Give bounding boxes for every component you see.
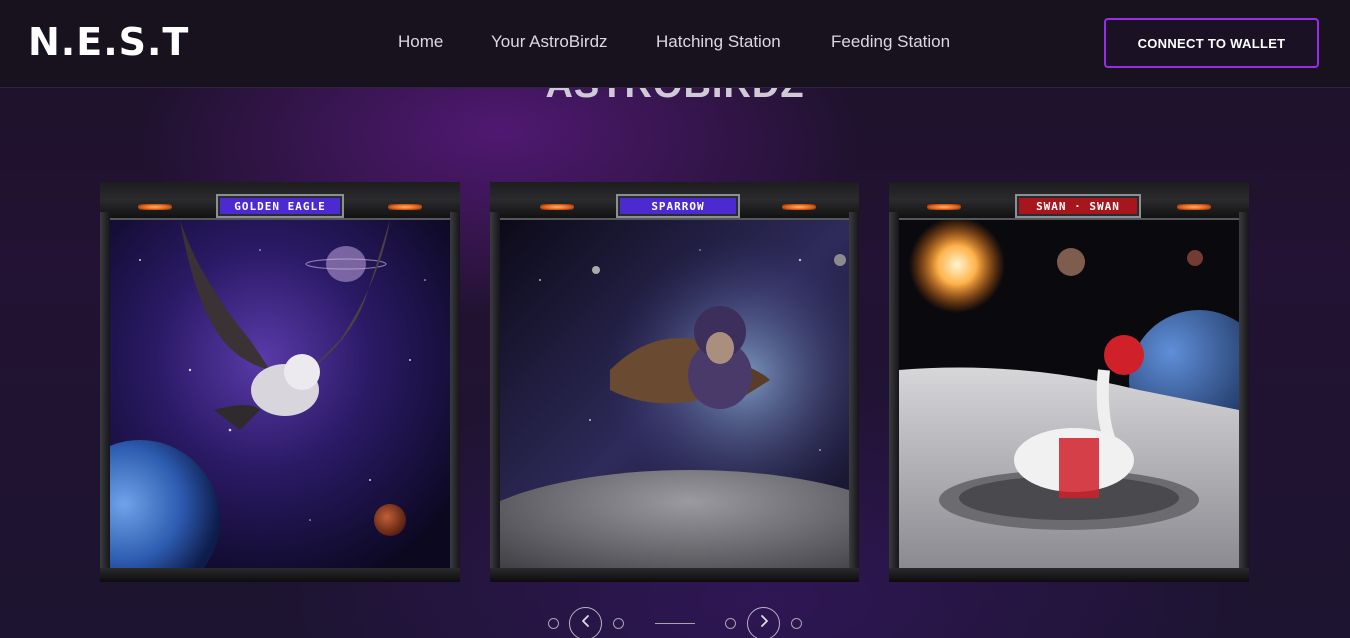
frame-side (490, 212, 500, 574)
chevron-left-icon (580, 614, 592, 633)
frame-side (450, 212, 460, 574)
frame-light (1177, 204, 1211, 210)
frame-light (540, 204, 574, 210)
frame-side (100, 212, 110, 574)
card-name-plate: SWAN · SWAN (1015, 194, 1141, 218)
frame-light (138, 204, 172, 210)
sparrow-artwork (500, 220, 849, 568)
frame-light (782, 204, 816, 210)
frame-side (889, 212, 899, 574)
carousel-prev-button[interactable] (569, 607, 602, 638)
nft-card-sparrow[interactable]: SPARROW (490, 182, 859, 582)
connect-wallet-button[interactable]: CONNECT TO WALLET (1104, 18, 1319, 68)
nav-hatching-station[interactable]: Hatching Station (656, 32, 781, 52)
card-name: GOLDEN EAGLE (220, 198, 340, 214)
frame-light (927, 204, 961, 210)
carousel-dot[interactable] (725, 618, 736, 629)
frame-light (388, 204, 422, 210)
card-name-plate: GOLDEN EAGLE (216, 194, 344, 218)
golden-eagle-artwork (110, 220, 450, 568)
card-name: SPARROW (620, 198, 736, 214)
nav-home[interactable]: Home (398, 32, 443, 52)
carousel-dot[interactable] (548, 618, 559, 629)
nav-feeding-station[interactable]: Feeding Station (831, 32, 950, 52)
frame-side (849, 212, 859, 574)
carousel-dot[interactable] (791, 618, 802, 629)
nav-your-astrobirdz[interactable]: Your AstroBirdz (491, 32, 608, 52)
swan-artwork (899, 220, 1239, 568)
card-name-plate: SPARROW (616, 194, 740, 218)
card-name: SWAN · SWAN (1019, 198, 1137, 214)
nft-card-golden-eagle[interactable]: GOLDEN EAGLE (100, 182, 460, 582)
frame-side (1239, 212, 1249, 574)
frame-bottom (100, 568, 460, 582)
carousel-dot[interactable] (613, 618, 624, 629)
site-header: N.E.S.T Home Your AstroBirdz Hatching St… (0, 0, 1350, 88)
chevron-right-icon (758, 614, 770, 633)
nft-card-swan[interactable]: SWAN · SWAN (889, 182, 1249, 582)
carousel-divider (655, 623, 695, 624)
frame-bottom (889, 568, 1249, 582)
carousel-next-button[interactable] (747, 607, 780, 638)
site-logo[interactable]: N.E.S.T (28, 20, 189, 64)
frame-bottom (490, 568, 859, 582)
